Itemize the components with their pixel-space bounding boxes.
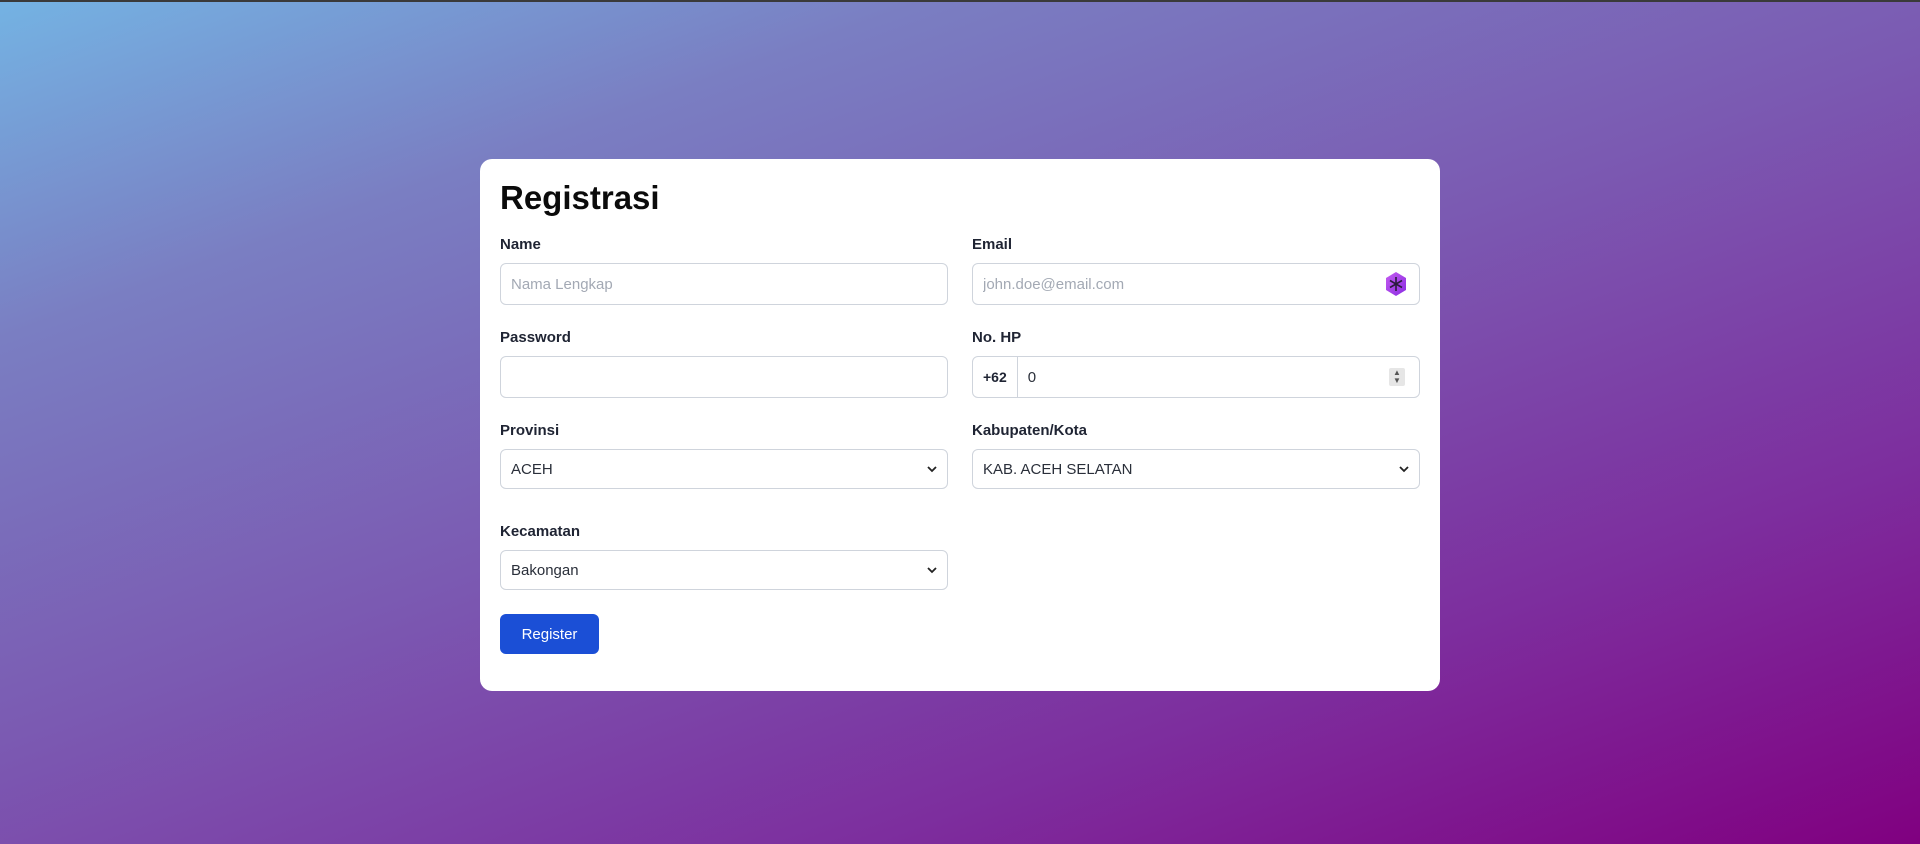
email-input[interactable]	[973, 264, 1383, 304]
phone-field-group: No. HP +62 ▲ ▼	[972, 328, 1420, 398]
password-input[interactable]	[501, 357, 947, 397]
district-field-group: Kecamatan Bakongan	[500, 522, 948, 590]
district-label: Kecamatan	[500, 523, 581, 540]
chevron-down-icon	[927, 565, 937, 575]
province-selected-value: ACEH	[511, 460, 553, 478]
password-input-wrapper	[500, 356, 948, 398]
name-input[interactable]	[501, 264, 947, 304]
phone-input[interactable]	[1017, 357, 1389, 397]
phone-country-prefix: +62	[973, 357, 1018, 397]
phone-label: No. HP	[972, 329, 1022, 346]
phone-input-wrapper: +62 ▲ ▼	[972, 356, 1420, 398]
email-field-group: Email	[972, 235, 1420, 305]
city-label: Kabupaten/Kota	[972, 422, 1088, 439]
district-selected-value: Bakongan	[511, 561, 579, 579]
password-label: Password	[500, 329, 571, 346]
window-top-border	[0, 0, 1920, 2]
chevron-down-icon	[927, 464, 937, 474]
province-label: Provinsi	[500, 422, 560, 439]
page-title: Registrasi	[500, 179, 660, 216]
city-field-group: Kabupaten/Kota KAB. ACEH SELATAN	[972, 421, 1420, 489]
registration-card: Registrasi Name Email	[480, 159, 1440, 691]
password-field-group: Password	[500, 328, 948, 398]
password-manager-icon[interactable]	[1383, 271, 1409, 297]
name-input-wrapper	[500, 263, 948, 305]
province-select[interactable]: ACEH	[500, 449, 948, 489]
district-select[interactable]: Bakongan	[500, 550, 948, 590]
email-input-wrapper	[972, 263, 1420, 305]
spinner-down-icon[interactable]: ▼	[1393, 377, 1401, 385]
province-field-group: Provinsi ACEH	[500, 421, 948, 489]
empty-grid-cell	[972, 522, 1420, 623]
city-select[interactable]: KAB. ACEH SELATAN	[972, 449, 1420, 489]
city-selected-value: KAB. ACEH SELATAN	[983, 460, 1133, 478]
name-field-group: Name	[500, 235, 948, 305]
number-spinner-icon[interactable]: ▲ ▼	[1389, 368, 1405, 386]
register-button[interactable]: Register	[500, 614, 599, 654]
email-label: Email	[972, 236, 1013, 253]
chevron-down-icon	[1399, 464, 1409, 474]
form-grid: Name Email	[500, 235, 1420, 623]
name-label: Name	[500, 236, 541, 253]
